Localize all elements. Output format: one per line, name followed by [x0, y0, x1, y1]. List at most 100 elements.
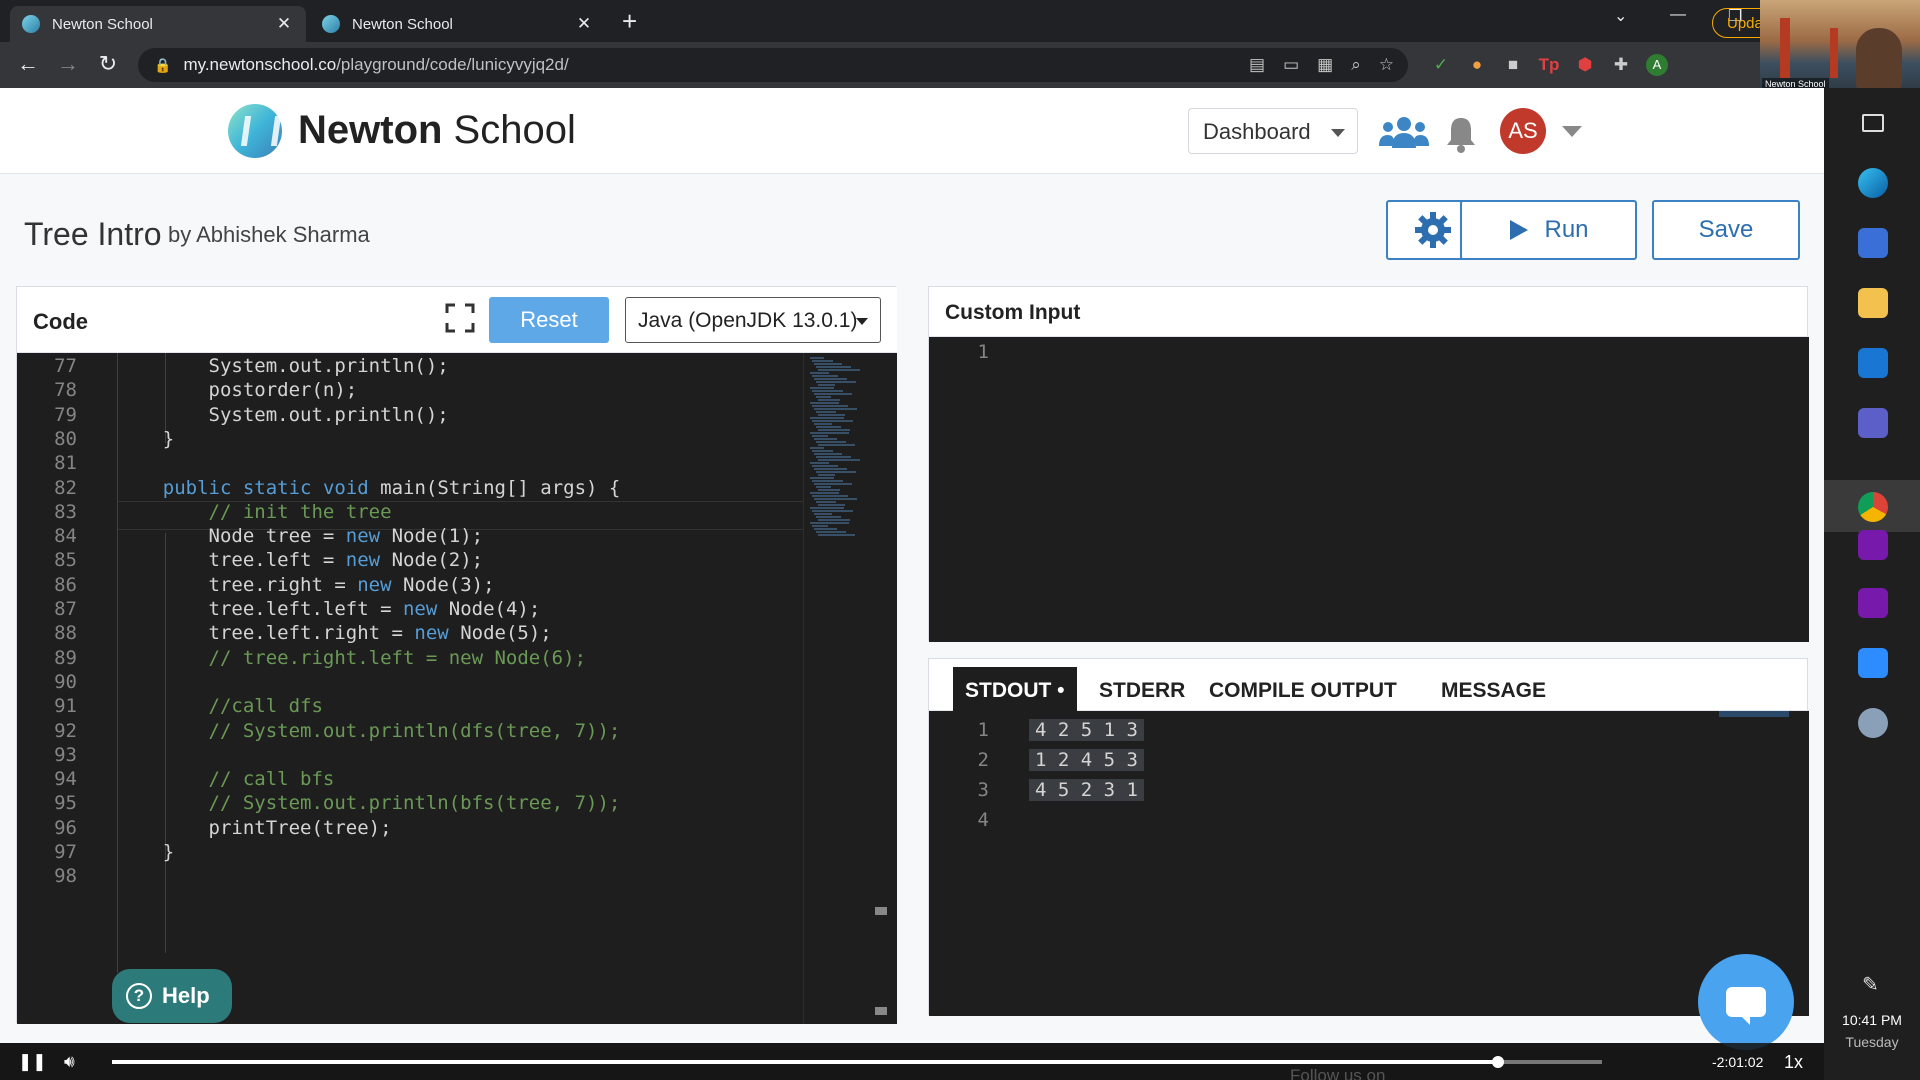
code-line: postorder(n);	[208, 379, 358, 401]
extension-tp-icon[interactable]: Tp	[1538, 55, 1560, 75]
community-icon[interactable]	[1378, 114, 1430, 150]
extension-bottle-icon[interactable]: ●	[1466, 55, 1488, 75]
code-editor[interactable]: 77 System.out.println(); 78 postorder(n);…	[17, 353, 897, 1024]
code-line: // System.out.println(bfs(tree, 7));	[208, 792, 621, 814]
code-line: }	[162, 428, 175, 450]
stdout-viewer[interactable]: 1 2 3 4 4 2 5 1 3 1 2 4 5 3 4 5 2 3 1	[929, 711, 1809, 1016]
code-line: // init the tree	[208, 501, 392, 523]
output-tabs: STDOUT • STDERR COMPILE OUTPUT MESSAGE	[929, 659, 1809, 711]
extension-shield-icon[interactable]: ⬢	[1574, 55, 1596, 75]
forward-icon[interactable]: →	[54, 52, 82, 76]
custom-input-title: Custom Input	[945, 301, 1081, 324]
tab-search-icon[interactable]: ⌄	[1614, 6, 1627, 26]
brand-name[interactable]: Newton School	[298, 108, 576, 153]
taskbar-time[interactable]: 10:41 PM	[1826, 1012, 1918, 1028]
code-panel-header: Code Reset Java (OpenJDK 13.0.1)	[17, 287, 897, 353]
lock-icon: 🔒	[154, 56, 172, 73]
paint-icon[interactable]	[1858, 708, 1888, 738]
dashboard-label: Dashboard	[1203, 119, 1311, 144]
newton-logo-icon[interactable]	[228, 104, 282, 158]
caret-down-icon	[1331, 129, 1345, 137]
chat-bubble-icon	[1726, 987, 1766, 1025]
output-panel: STDOUT • STDERR COMPILE OUTPUT MESSAGE 1…	[928, 658, 1809, 1016]
time-remaining: -2:01:02	[1712, 1054, 1764, 1070]
code-line: tree.left.left = new Node(4);	[208, 598, 541, 620]
file-explorer-icon[interactable]	[1858, 288, 1888, 318]
clipboard-icon[interactable]: ▤	[1249, 55, 1265, 75]
screen: Newton School ✕ Newton School ✕ + ⌄ — ❐ …	[0, 0, 1920, 1080]
custom-input-editor[interactable]: 1	[929, 337, 1809, 642]
line-number: 92	[54, 720, 77, 742]
code-line: // call bfs	[208, 768, 335, 790]
browser-tab-active[interactable]: Newton School ✕	[10, 6, 306, 42]
reload-icon[interactable]: ↻	[94, 52, 122, 76]
pen-icon[interactable]: ✎	[1862, 972, 1879, 997]
back-icon[interactable]: ←	[14, 52, 42, 76]
reset-button[interactable]: Reset	[489, 297, 609, 343]
cast-icon[interactable]: ▭	[1283, 55, 1299, 75]
line-number: 85	[54, 549, 77, 571]
chat-button[interactable]	[1698, 954, 1794, 1050]
editor-scrollbar[interactable]	[873, 353, 897, 1024]
dashboard-dropdown[interactable]: Dashboard	[1188, 108, 1358, 154]
tab-stderr[interactable]: STDERR	[1087, 667, 1197, 711]
stdout-line: 1 2 4 5 3	[1029, 749, 1144, 771]
code-line: //call dfs	[208, 695, 323, 717]
line-number: 3	[977, 779, 989, 801]
line-number: 93	[54, 744, 77, 766]
zoom-app-icon[interactable]	[1858, 648, 1888, 678]
webcam-overlay: Newton School	[1760, 0, 1920, 90]
run-button[interactable]: Run	[1460, 200, 1637, 260]
extension-check-icon[interactable]: ✓	[1430, 55, 1452, 75]
code-panel-title: Code	[33, 309, 88, 334]
code-line: System.out.println();	[208, 355, 449, 377]
line-number: 86	[54, 574, 77, 596]
pause-icon[interactable]: ❚❚	[18, 1052, 47, 1072]
close-tab-icon[interactable]: ✕	[574, 14, 594, 34]
minimize-icon[interactable]: —	[1670, 6, 1686, 24]
browser-tab[interactable]: Newton School ✕	[310, 6, 606, 42]
extensions-puzzle-icon[interactable]: ✚	[1610, 55, 1632, 75]
code-minimap[interactable]	[803, 353, 873, 1024]
onenote-2-icon[interactable]	[1858, 588, 1888, 618]
extension-chat-icon[interactable]: ■	[1502, 55, 1524, 75]
tab-title: Newton School	[52, 15, 153, 33]
line-number: 2	[977, 749, 989, 771]
qr-icon[interactable]: ▦	[1317, 55, 1333, 75]
teams-icon[interactable]	[1858, 408, 1888, 438]
playback-speed[interactable]: 1x	[1784, 1052, 1803, 1073]
tab-stdout[interactable]: STDOUT •	[953, 667, 1077, 711]
notification-bell-icon[interactable]	[1444, 114, 1478, 154]
address-bar[interactable]: 🔒 my.newtonschool.co/playground/code/lun…	[138, 48, 1408, 82]
outlook-icon[interactable]	[1858, 348, 1888, 378]
bookmark-star-icon[interactable]: ☆	[1379, 55, 1394, 75]
chrome-icon[interactable]	[1858, 492, 1888, 522]
pc-manager-icon[interactable]	[1858, 228, 1888, 258]
language-select[interactable]: Java (OpenJDK 13.0.1)	[625, 297, 881, 343]
video-progress-knob[interactable]	[1492, 1056, 1504, 1068]
task-view-icon[interactable]	[1862, 114, 1884, 132]
close-tab-icon[interactable]: ✕	[274, 14, 294, 34]
line-number: 90	[54, 671, 77, 693]
edge-icon[interactable]	[1858, 168, 1888, 198]
onenote-icon[interactable]	[1858, 530, 1888, 560]
help-button[interactable]: ? Help	[112, 969, 232, 1023]
browser-toolbar: ← → ↻ 🔒 my.newtonschool.co/playground/co…	[0, 42, 1760, 88]
stdout-line: 4 5 2 3 1	[1029, 779, 1144, 801]
profile-avatar-icon[interactable]: A	[1646, 54, 1668, 76]
account-caret-icon[interactable]	[1562, 126, 1582, 137]
fullscreen-icon[interactable]	[445, 303, 475, 333]
volume-icon[interactable]: 🔊︎	[64, 1052, 75, 1072]
playground-title: Tree Intro	[24, 216, 162, 252]
video-progress-fill	[112, 1060, 1498, 1064]
zoom-icon[interactable]: ⌕	[1351, 55, 1361, 75]
tab-compile-output[interactable]: COMPILE OUTPUT	[1197, 667, 1409, 711]
new-tab-icon[interactable]: +	[622, 8, 637, 34]
video-progress-bar[interactable]	[112, 1056, 1602, 1068]
save-button[interactable]: Save	[1652, 200, 1800, 260]
code-line: tree.right = new Node(3);	[208, 574, 495, 596]
user-avatar[interactable]: AS	[1500, 108, 1546, 154]
caret-down-icon	[856, 318, 868, 325]
code-panel: Code Reset Java (OpenJDK 13.0.1) 77 Syst…	[16, 286, 897, 1024]
tab-message[interactable]: MESSAGE	[1429, 667, 1558, 711]
